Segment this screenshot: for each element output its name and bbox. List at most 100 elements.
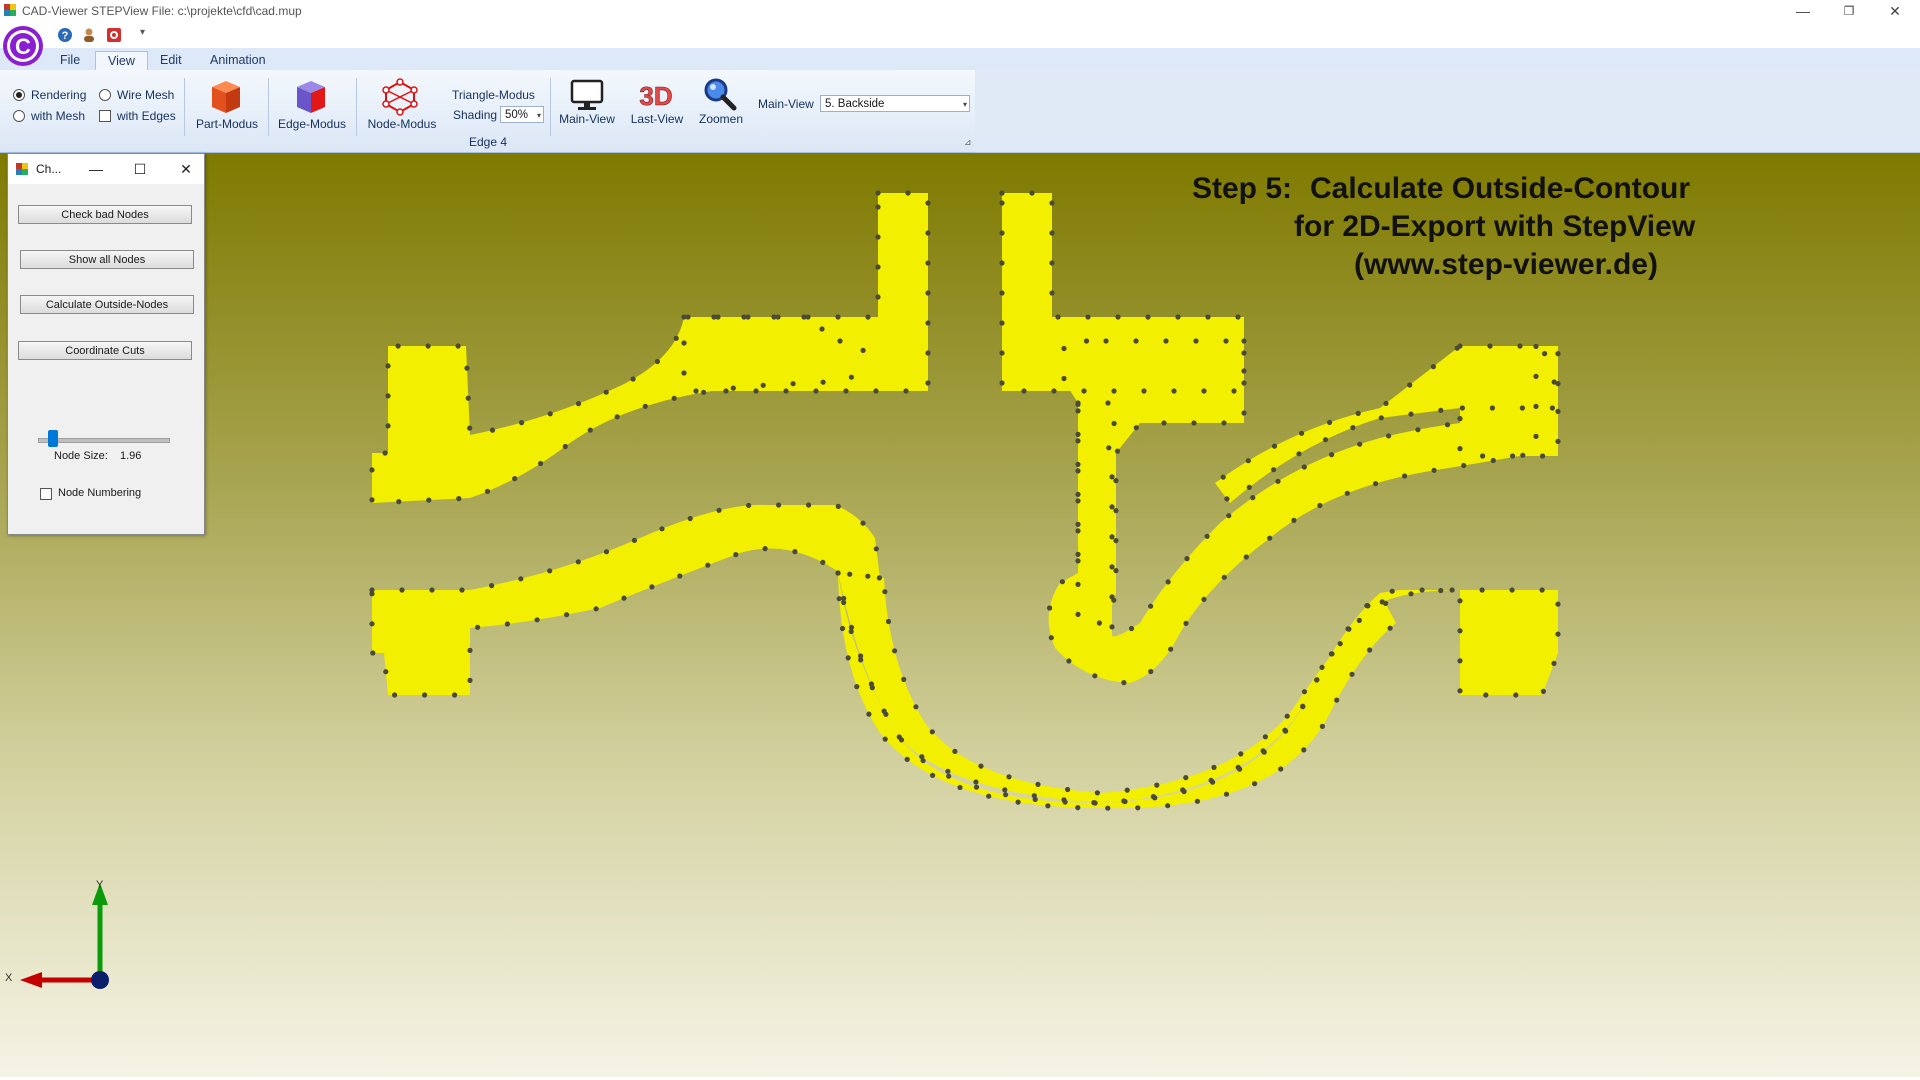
node-point bbox=[848, 628, 854, 635]
svg-text:?: ? bbox=[62, 30, 69, 42]
node-point bbox=[1408, 591, 1414, 597]
check-bad-nodes-button[interactable]: Check bad Nodes bbox=[18, 205, 192, 224]
node-point bbox=[1519, 405, 1525, 411]
node-point bbox=[1075, 498, 1081, 504]
last-view-3d-icon[interactable]: 3D bbox=[634, 78, 678, 112]
node-point bbox=[1183, 620, 1189, 626]
edge-modus-button[interactable]: Edge-Modus bbox=[276, 117, 348, 131]
panel-minimize-button[interactable]: — bbox=[82, 154, 110, 184]
help-icon[interactable]: ? bbox=[57, 27, 73, 43]
node-point bbox=[1121, 680, 1127, 686]
node-modus-icon[interactable] bbox=[380, 78, 420, 116]
node-point bbox=[716, 507, 722, 513]
edge-modus-icon[interactable] bbox=[291, 77, 331, 117]
main-view-button[interactable]: Main-View bbox=[552, 112, 622, 126]
zoomen-button[interactable]: Zoomen bbox=[686, 112, 756, 126]
wire-mesh-radio[interactable] bbox=[99, 89, 111, 101]
node-point bbox=[973, 784, 980, 790]
node-point bbox=[905, 190, 911, 196]
node-point bbox=[603, 389, 609, 395]
zoom-magnifier-icon[interactable] bbox=[702, 77, 738, 113]
user-icon[interactable] bbox=[81, 27, 97, 43]
node-point bbox=[1114, 448, 1121, 454]
app-logo-icon[interactable]: C bbox=[1, 24, 45, 68]
node-point bbox=[1243, 554, 1249, 560]
node-point bbox=[1171, 388, 1177, 394]
panel-app-icon bbox=[16, 163, 28, 175]
main-view-select[interactable]: 5. Backside ▾ bbox=[820, 95, 970, 112]
node-modus-button[interactable]: Node-Modus bbox=[362, 117, 442, 131]
node-point bbox=[504, 621, 510, 627]
part-lower-left-s bbox=[372, 504, 880, 695]
node-point bbox=[1444, 422, 1451, 428]
node-point bbox=[1261, 749, 1267, 755]
node-point bbox=[835, 314, 841, 320]
node-point bbox=[1109, 474, 1115, 480]
show-all-nodes-button[interactable]: Show all Nodes bbox=[20, 250, 194, 269]
node-point bbox=[929, 729, 935, 735]
monitor-icon[interactable] bbox=[569, 78, 605, 112]
tab-animation[interactable]: Animation bbox=[198, 51, 278, 70]
node-point bbox=[903, 388, 909, 394]
tab-file[interactable]: File bbox=[48, 51, 92, 70]
node-point bbox=[1075, 438, 1081, 444]
node-size-slider-thumb[interactable] bbox=[48, 430, 59, 447]
rendering-radio[interactable] bbox=[13, 89, 25, 101]
calculate-outside-nodes-button[interactable]: Calculate Outside-Nodes bbox=[20, 295, 194, 314]
node-point bbox=[1075, 558, 1081, 564]
with-mesh-radio[interactable] bbox=[13, 110, 25, 122]
record-icon[interactable] bbox=[106, 27, 122, 43]
with-mesh-label: with Mesh bbox=[31, 109, 86, 123]
node-point bbox=[1389, 588, 1395, 594]
node-point bbox=[835, 570, 841, 576]
node-point bbox=[1081, 388, 1087, 394]
node-point bbox=[467, 647, 473, 653]
restore-button[interactable]: ❐ bbox=[1826, 0, 1872, 22]
triangle-modus-label[interactable]: Triangle-Modus bbox=[452, 88, 535, 102]
node-point bbox=[760, 382, 766, 388]
node-point bbox=[820, 559, 826, 565]
tab-view[interactable]: View bbox=[95, 51, 148, 71]
node-point bbox=[1317, 502, 1323, 509]
node-point bbox=[1223, 338, 1229, 344]
node-point bbox=[1015, 799, 1021, 805]
node-point bbox=[1235, 314, 1241, 320]
node-point bbox=[1275, 478, 1281, 484]
node-point bbox=[1113, 568, 1119, 574]
shading-select[interactable]: 50% ▾ bbox=[500, 106, 544, 123]
tab-edit[interactable]: Edit bbox=[148, 51, 194, 70]
cad-model[interactable] bbox=[0, 153, 1920, 1080]
node-point bbox=[999, 200, 1005, 206]
node-point bbox=[1349, 671, 1355, 677]
part-modus-button[interactable]: Part-Modus bbox=[192, 117, 262, 131]
node-point bbox=[865, 314, 871, 320]
node-point bbox=[746, 502, 752, 508]
node-point bbox=[1109, 594, 1115, 600]
panel-title-bar[interactable]: Ch... — ☐ ✕ bbox=[8, 154, 204, 184]
qat-dropdown-icon[interactable]: ▾ bbox=[140, 27, 145, 38]
node-point bbox=[614, 414, 620, 420]
panel-close-button[interactable]: ✕ bbox=[172, 154, 200, 184]
node-point bbox=[1221, 420, 1227, 426]
node-point bbox=[860, 520, 866, 526]
coordinate-cuts-button[interactable]: Coordinate Cuts bbox=[18, 341, 192, 360]
part-top-left-block bbox=[372, 317, 864, 503]
node-point bbox=[1291, 517, 1297, 523]
node-point bbox=[1048, 635, 1054, 641]
minimize-button[interactable]: — bbox=[1780, 0, 1826, 22]
panel-maximize-button[interactable]: ☐ bbox=[126, 154, 154, 184]
last-view-icon-text: 3D bbox=[639, 81, 672, 111]
last-view-button[interactable]: Last-View bbox=[622, 112, 692, 126]
close-button[interactable]: ✕ bbox=[1872, 0, 1918, 22]
node-numbering-checkbox[interactable] bbox=[40, 488, 52, 500]
node-point bbox=[1367, 647, 1373, 653]
node-point bbox=[1551, 379, 1557, 385]
node-point bbox=[865, 573, 871, 579]
ribbon-expand-icon[interactable]: ⊿ bbox=[964, 137, 972, 148]
node-point bbox=[1148, 603, 1154, 609]
wire-mesh-label: Wire Mesh bbox=[117, 88, 175, 102]
part-modus-icon[interactable] bbox=[206, 77, 246, 117]
node-point bbox=[1062, 799, 1068, 805]
cad-viewport[interactable]: Step 5: Calculate Outside-Contour for 2D… bbox=[0, 153, 1920, 1080]
with-edges-checkbox[interactable] bbox=[99, 110, 111, 122]
